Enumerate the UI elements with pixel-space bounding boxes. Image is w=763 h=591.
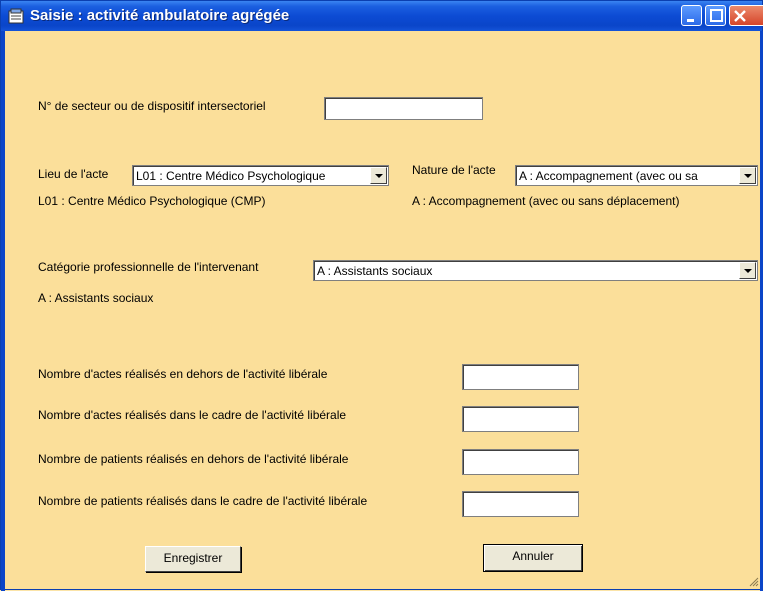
secteur-label: N° de secteur ou de dispositif intersect… (38, 99, 266, 113)
cancel-button[interactable]: Annuler (483, 544, 583, 572)
secteur-input[interactable] (324, 97, 483, 120)
app-icon (8, 8, 24, 24)
minimize-button[interactable] (681, 5, 702, 26)
patients-hors-liberal-input[interactable] (462, 449, 579, 475)
nature-caption: A : Accompagnement (avec ou sans déplace… (412, 194, 680, 208)
categorie-label: Catégorie professionnelle de l'intervena… (38, 260, 259, 274)
actes-liberal-input[interactable] (462, 406, 579, 432)
resize-grip-icon[interactable] (749, 577, 759, 587)
actes-liberal-label: Nombre d'actes réalisés dans le cadre de… (38, 408, 347, 422)
title-bar[interactable]: Saisie : activité ambulatoire agrégée (1, 1, 763, 31)
categorie-select[interactable]: A : Assistants sociaux (313, 260, 758, 281)
close-icon (734, 10, 746, 22)
lieu-label: Lieu de l'acte (38, 167, 109, 181)
patients-liberal-label: Nombre de patients réalisés dans le cadr… (38, 494, 368, 508)
nature-select[interactable]: A : Accompagnement (avec ou sa (515, 165, 758, 186)
close-button[interactable] (729, 5, 763, 26)
nature-label: Nature de l'acte (412, 163, 496, 177)
chevron-down-icon[interactable] (739, 167, 756, 184)
categorie-caption: A : Assistants sociaux (38, 291, 154, 305)
minimize-icon (687, 19, 694, 22)
lieu-select[interactable]: L01 : Centre Médico Psychologique (132, 165, 389, 186)
lieu-caption: L01 : Centre Médico Psychologique (CMP) (38, 194, 266, 208)
nature-select-value: A : Accompagnement (avec ou sa (519, 169, 698, 183)
patients-liberal-input[interactable] (462, 491, 579, 517)
chevron-down-icon[interactable] (739, 262, 756, 279)
categorie-select-value: A : Assistants sociaux (317, 264, 433, 278)
window-frame-left (1, 31, 5, 591)
maximize-icon (710, 9, 723, 22)
maximize-button[interactable] (705, 5, 726, 26)
chevron-down-icon[interactable] (370, 167, 387, 184)
lieu-select-value: L01 : Centre Médico Psychologique (136, 169, 326, 183)
window-title: Saisie : activité ambulatoire agrégée (30, 7, 290, 24)
actes-hors-liberal-input[interactable] (462, 364, 579, 390)
save-button[interactable]: Enregistrer (145, 546, 241, 572)
patients-hors-liberal-label: Nombre de patients réalisés en dehors de… (38, 452, 349, 466)
dialog-window: Saisie : activité ambulatoire agrégée N°… (0, 0, 763, 591)
actes-hors-liberal-label: Nombre d'actes réalisés en dehors de l'a… (38, 367, 328, 381)
